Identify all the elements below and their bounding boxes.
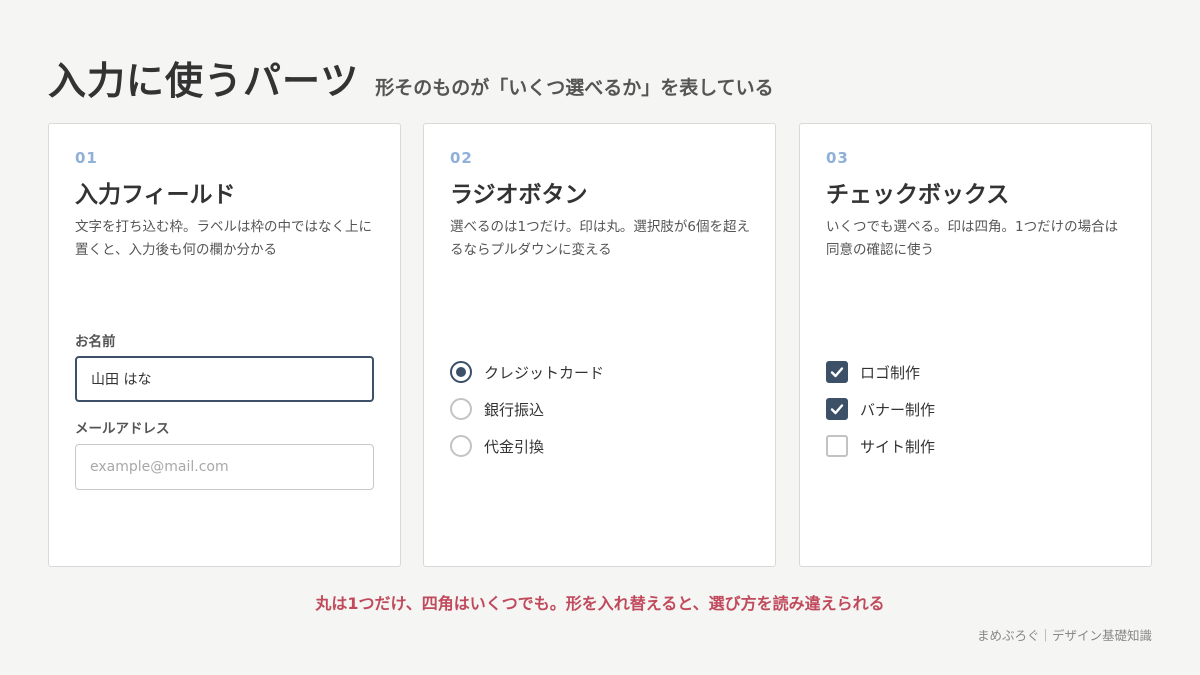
radio-selected-icon[interactable]: [450, 361, 472, 383]
checkbox-option-label: サイト制作: [860, 437, 936, 456]
checkbox-option-label: ロゴ制作: [860, 363, 921, 382]
card-description: 選べるのは1つだけ。印は丸。選択肢が6個を超えるならプルダウンに変える: [450, 219, 751, 258]
radio-option-label: クレジットカード: [484, 363, 605, 382]
cards-container: 01 入力フィールド 文字を打ち込む枠。ラベルは枠の中ではなく上に置くと、入力後…: [48, 123, 1152, 567]
credit: まめぶろぐ｜デザイン基礎知識: [976, 628, 1152, 643]
checkbox-checked-icon[interactable]: [826, 398, 848, 420]
checkbox-option-banner[interactable]: バナー制作: [826, 398, 935, 420]
name-input[interactable]: [75, 356, 374, 402]
checkbox-option-site[interactable]: サイト制作: [826, 435, 935, 457]
card-number: 02: [450, 149, 473, 167]
email-field-label: メールアドレス: [75, 421, 170, 437]
radio-option-bank-transfer[interactable]: 銀行振込: [450, 398, 544, 420]
radio-unselected-icon[interactable]: [450, 398, 472, 420]
checkbox-checked-icon[interactable]: [826, 361, 848, 383]
radio-option-label: 銀行振込: [484, 400, 545, 419]
radio-option-credit-card[interactable]: クレジットカード: [450, 361, 604, 383]
page-subtitle: 形そのものが「いくつ選べるか」を表している: [375, 77, 774, 99]
card-radio-button: 02 ラジオボタン 選べるのは1つだけ。印は丸。選択肢が6個を超えるならプルダウ…: [423, 123, 776, 567]
checkmark-icon: [830, 367, 844, 378]
page-title: 入力に使うパーツ: [48, 59, 360, 103]
card-number: 01: [75, 149, 98, 167]
radio-unselected-icon[interactable]: [450, 435, 472, 457]
card-number: 03: [826, 149, 849, 167]
card-description: 文字を打ち込む枠。ラベルは枠の中ではなく上に置くと、入力後も何の欄か分かる: [75, 219, 372, 258]
card-checkbox: 03 チェックボックス いくつでも選べる。印は四角。1つだけの場合は同意の確認に…: [799, 123, 1152, 567]
radio-option-label: 代金引換: [484, 437, 545, 456]
checkmark-icon: [830, 404, 844, 415]
name-field-label: お名前: [75, 334, 116, 350]
card-title: ラジオボタン: [450, 182, 588, 208]
checkbox-option-label: バナー制作: [860, 400, 936, 419]
footnote: 丸は1つだけ、四角はいくつでも。形を入れ替えると、選び方を読み違えられる: [315, 594, 885, 613]
email-input[interactable]: [75, 444, 374, 490]
card-title: チェックボックス: [826, 182, 1010, 208]
radio-option-cash-on-delivery[interactable]: 代金引換: [450, 435, 544, 457]
card-description: いくつでも選べる。印は四角。1つだけの場合は同意の確認に使う: [826, 219, 1119, 258]
card-input-field: 01 入力フィールド 文字を打ち込む枠。ラベルは枠の中ではなく上に置くと、入力後…: [48, 123, 401, 567]
card-title: 入力フィールド: [75, 182, 236, 208]
page-header: 入力に使うパーツ 形そのものが「いくつ選べるか」を表している: [48, 50, 774, 105]
checkbox-unchecked-icon[interactable]: [826, 435, 848, 457]
checkbox-option-logo[interactable]: ロゴ制作: [826, 361, 920, 383]
